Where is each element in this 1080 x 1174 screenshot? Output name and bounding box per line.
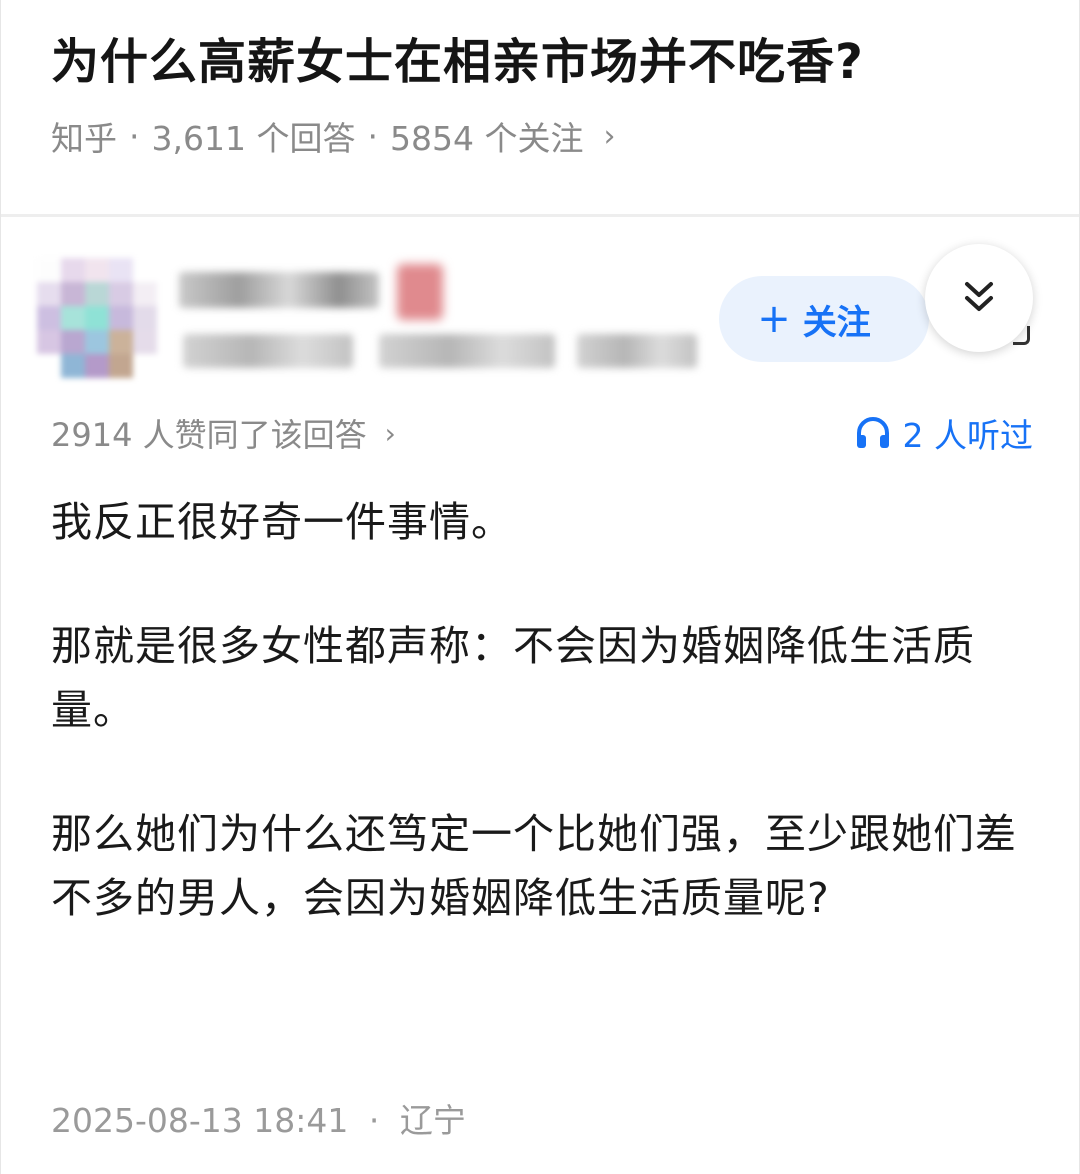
headphones-icon — [856, 417, 889, 448]
answer-paragraph: 我反正很好奇一件事情。 — [51, 498, 513, 546]
question-header[interactable]: 为什么高薪女士在相亲市场并不吃香? 知乎 · 3,611 个回答 · 5854 … — [1, 0, 1079, 217]
follow-button[interactable]: + 关注 — [719, 276, 929, 362]
answer-paragraph: 那就是很多女性都声称：不会因为婚姻降低生活质量。 — [51, 622, 975, 734]
publish-time: 2025-08-13 18:41 — [51, 1101, 349, 1140]
author-name-redacted[interactable] — [179, 272, 379, 308]
vote-summary[interactable]: 2914 人赞同了该回答 › — [51, 410, 396, 456]
author-bio-redacted — [183, 334, 353, 368]
collapse-button[interactable] — [925, 244, 1033, 352]
answer-page: 为什么高薪女士在相亲市场并不吃香? 知乎 · 3,611 个回答 · 5854 … — [0, 0, 1080, 1174]
author-bio-redacted — [379, 334, 555, 368]
meta-separator: · — [367, 116, 378, 156]
ip-location: 辽宁 — [399, 1101, 466, 1140]
answer-content[interactable]: 我反正很好奇一件事情。 那就是很多女性都声称：不会因为婚姻降低生活质量。 那么她… — [51, 490, 1041, 930]
avatar[interactable] — [37, 258, 157, 378]
double-chevron-down-icon — [965, 282, 993, 311]
answer-footer: 2025-08-13 18:41 · 辽宁 — [51, 1094, 466, 1142]
question-meta[interactable]: 知乎 · 3,611 个回答 · 5854 个关注 › — [51, 112, 615, 160]
follower-count: 5854 个关注 — [389, 119, 584, 158]
chevron-right-icon: › — [603, 118, 616, 154]
question-title[interactable]: 为什么高薪女士在相亲市场并不吃香? — [51, 22, 864, 92]
answer-paragraph: 那么她们为什么还笃定一个比她们强，至少跟她们差不多的男人，会因为婚姻降低生活质量… — [51, 810, 1017, 922]
follow-label: 关注 — [802, 302, 871, 343]
listen-label: 2 人听过 — [902, 416, 1034, 455]
footer-separator: · — [368, 1101, 380, 1140]
plus-icon: + — [757, 296, 791, 342]
chevron-right-icon: › — [384, 416, 396, 450]
vote-count: 2914 人赞同了该回答 — [51, 416, 367, 454]
source-label: 知乎 — [51, 119, 117, 158]
author-badge-redacted — [397, 264, 443, 320]
meta-separator: · — [129, 116, 140, 156]
answer-count: 3,611 个回答 — [151, 119, 356, 158]
author-row: + 关注 — [1, 230, 1079, 400]
listen-count[interactable]: 2 人听过 — [855, 409, 1034, 457]
author-bio-redacted — [577, 334, 697, 368]
answer-stats: 2914 人赞同了该回答 › 2 人听过 — [51, 410, 1033, 456]
